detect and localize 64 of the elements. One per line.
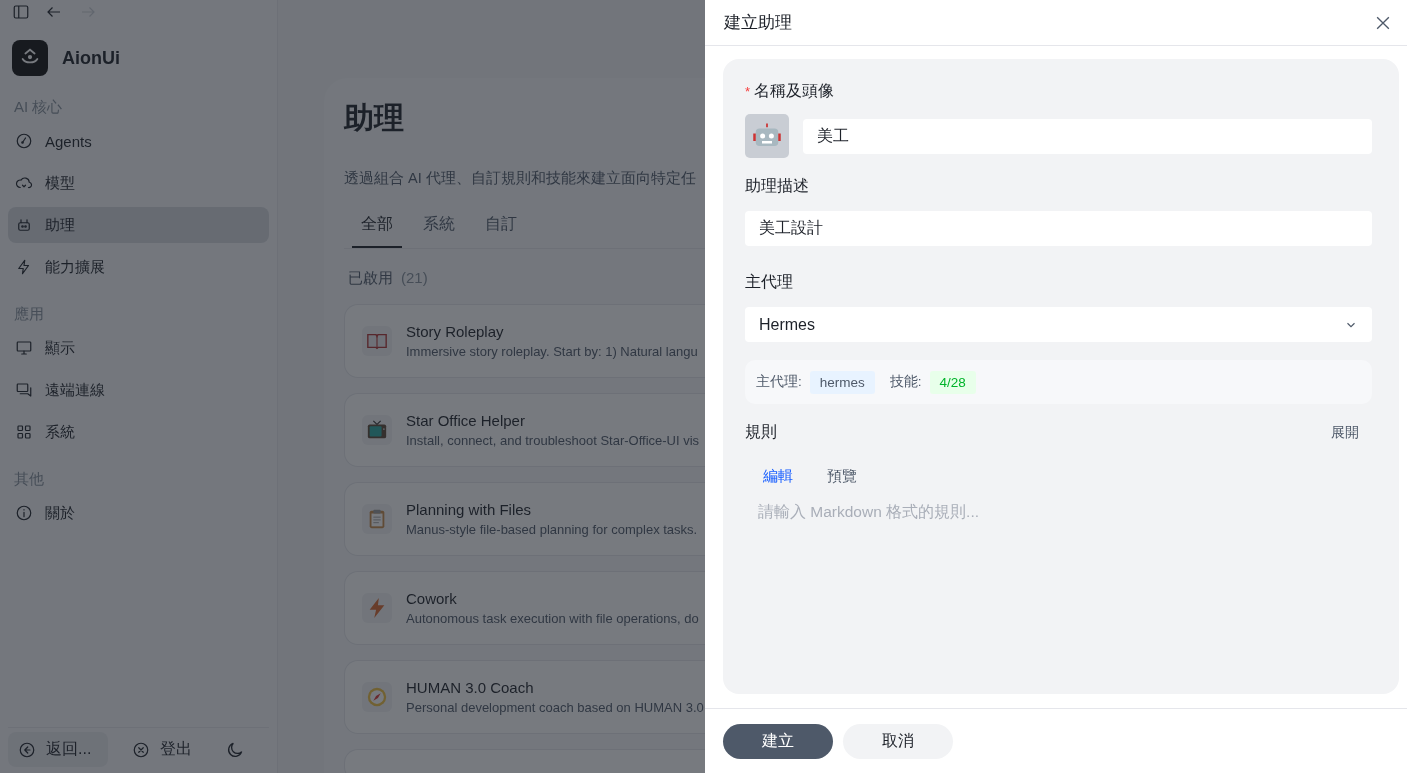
card-title: Story Roleplay	[406, 323, 505, 340]
assistant-card[interactable]: Cowork Autonomous task execution with file operations, do	[344, 571, 705, 645]
page-title: 助理	[344, 100, 405, 136]
filter-tab[interactable]: 全部	[352, 214, 402, 248]
sidebar-item[interactable]: 模型	[8, 165, 269, 201]
card-description: Personal development coach based on HUMAN 3.0	[406, 700, 704, 715]
chat-icon	[15, 381, 33, 399]
sidebar-item[interactable]: Agents	[8, 123, 269, 159]
tv-icon	[366, 419, 388, 441]
drawer-title: 建立助理	[724, 12, 792, 34]
sidebar-item[interactable]: 系統	[8, 414, 269, 450]
field-label: 助理描述	[745, 176, 809, 196]
group-label: 已啟用	[348, 269, 393, 288]
sidebar-item[interactable]: 助理	[8, 207, 269, 243]
sidebar-item[interactable]: 遠端連線	[8, 372, 269, 408]
assistant-card[interactable]: Planning with Files Manus-style file-based planning for complex tasks.	[344, 482, 705, 556]
assistant-card[interactable]: Star Office Helper Install, connect, and troubleshoot Star-Office-UI vis	[344, 393, 705, 467]
grid-icon	[15, 423, 33, 441]
robot-icon	[15, 216, 33, 234]
avatar-button[interactable]	[745, 114, 789, 158]
compass-icon	[366, 686, 388, 708]
filter-tab[interactable]: 自訂	[476, 214, 526, 248]
field-label: 名稱及頭像	[754, 81, 835, 101]
required-asterisk: *	[745, 84, 751, 99]
info-icon	[15, 504, 33, 522]
summary-label: 技能:	[889, 373, 922, 391]
card-title: Star Office Helper	[406, 412, 526, 429]
sidebar-toggle-icon[interactable]	[12, 3, 30, 21]
card-description: Install, connect, and troubleshoot Star-Office-UI vis	[406, 433, 700, 448]
app-logo	[12, 40, 48, 76]
assistant-card[interactable]: HUMAN 3.0 Coach Personal development coach based on HUMAN 3.0	[344, 660, 705, 734]
logout-button[interactable]: 登出	[122, 732, 202, 767]
card-description: Manus-style file-based planning for complex tasks.	[406, 522, 698, 537]
card-description: Autonomous task execution with file operations, do	[406, 611, 699, 626]
card-title: Planning with Files	[406, 501, 533, 518]
app-name: AionUi	[62, 47, 120, 69]
cancel-button[interactable]: 取消	[843, 723, 953, 759]
gauge-icon	[15, 132, 33, 150]
card-title: Cowork	[406, 590, 458, 607]
back-circle-icon	[18, 740, 36, 759]
agent-tag: hermes	[809, 370, 875, 394]
rules-input[interactable]: 請輸入 Markdown 格式的規則...	[745, 502, 1372, 672]
create-button[interactable]: 建立	[723, 723, 833, 759]
field-label: 規則	[745, 422, 777, 442]
name-input[interactable]: 美工	[803, 118, 1372, 154]
field-label: 主代理	[745, 272, 793, 292]
sidebar-item[interactable]: 顯示	[8, 330, 269, 366]
filter-tab[interactable]: 系統	[414, 214, 464, 248]
sidebar-item[interactable]: 能力擴展	[8, 249, 269, 285]
summary-label: 主代理:	[756, 373, 802, 391]
close-circle-icon	[132, 740, 150, 759]
back-button[interactable]: 返回...	[8, 732, 108, 767]
description-input[interactable]: 美工設計	[745, 211, 1372, 246]
expand-link[interactable]: 展開	[1331, 423, 1372, 442]
skills-tag: 4/28	[929, 370, 976, 394]
page-description: 透過組合 AI 代理、自訂規則和技能來建立面向特定任	[344, 169, 697, 188]
sidebar-item[interactable]: 關於	[8, 495, 269, 531]
card-title: HUMAN 3.0 Coach	[406, 679, 535, 696]
editor-tab[interactable]: 編輯	[763, 467, 793, 486]
editor-tab[interactable]: 預覽	[827, 467, 857, 486]
agent-select[interactable]: Hermes	[745, 307, 1372, 342]
card-description: Immersive story roleplay. Start by: 1) Natural langu	[406, 344, 698, 359]
monitor-icon	[15, 339, 33, 357]
assistant-card[interactable]: Story Roleplay Immersive story roleplay. Start by: 1) Natural langu	[344, 304, 705, 378]
